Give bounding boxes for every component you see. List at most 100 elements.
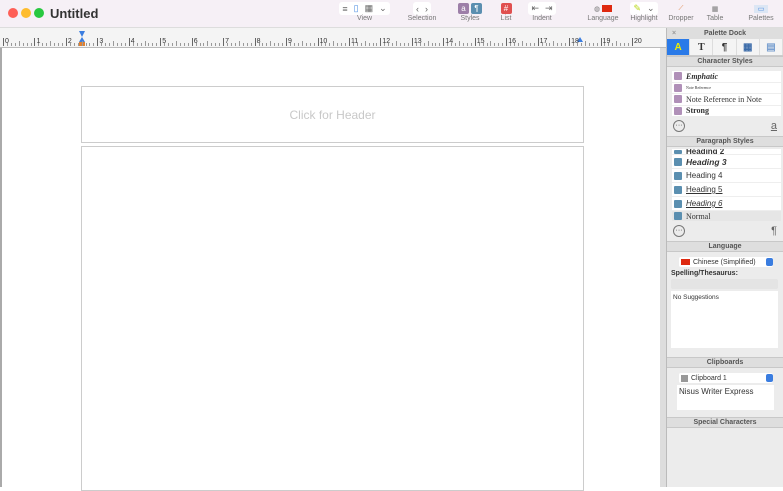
list-button[interactable]: # List xyxy=(494,2,518,22)
paragraph-style-icon xyxy=(674,171,682,180)
document-body[interactable] xyxy=(81,146,584,491)
ruler-minor-tick xyxy=(293,43,295,46)
ruler-minor-tick xyxy=(459,41,461,46)
paragraph-style-icon[interactable]: ¶ xyxy=(771,225,777,237)
list-item[interactable]: Heading 3 xyxy=(672,155,781,169)
list-item[interactable]: Note Reference xyxy=(672,83,781,94)
table-tab[interactable]: ▦ xyxy=(737,39,760,55)
character-styles-list[interactable]: Emphatic Note Reference Note Reference i… xyxy=(672,71,781,116)
selection-group[interactable]: ‹ › Selection xyxy=(402,2,442,22)
ruler-minor-tick xyxy=(356,43,358,46)
chevron-left-icon[interactable]: ‹ xyxy=(416,4,419,14)
style-name: Normal xyxy=(686,211,711,221)
style-name: Note Reference in Note xyxy=(686,94,762,104)
page-view-icon[interactable]: ▯ xyxy=(354,3,359,14)
ruler[interactable]: 0 1 2 3 4 5 6 7 8 9 10 11 12 13 14 15 16 17 18 19 20 xyxy=(0,28,666,48)
ruler-minor-tick xyxy=(403,43,405,46)
clipboard-content[interactable]: Nisus Writer Express xyxy=(677,385,774,410)
paragraph-styles-list[interactable]: Heading 2 Heading 3 Heading 4 Heading 5 … xyxy=(672,149,781,221)
ruler-minor-tick xyxy=(478,43,480,46)
document-canvas[interactable]: Click for Header xyxy=(0,48,666,491)
ruler-minor-tick xyxy=(372,43,374,46)
list-item[interactable]: Normal xyxy=(672,211,781,221)
table-button[interactable]: ▦ Table xyxy=(703,2,727,23)
ruler-minor-tick xyxy=(321,43,323,46)
chevron-right-icon[interactable]: › xyxy=(425,4,428,14)
zoom-window-button[interactable] xyxy=(34,8,44,18)
ruler-minor-tick xyxy=(73,43,75,46)
ruler-minor-tick xyxy=(407,43,409,46)
spelling-input[interactable] xyxy=(671,279,778,289)
ruler-minor-tick xyxy=(289,43,291,46)
ruler-minor-tick xyxy=(109,43,111,46)
language-select[interactable]: Chinese (Simplified) xyxy=(679,257,773,267)
more-options-button[interactable]: ··· xyxy=(673,225,685,237)
more-options-button[interactable]: ··· xyxy=(673,120,685,132)
style-name: Emphatic xyxy=(686,71,719,81)
palettes-button[interactable]: ▭ Palettes xyxy=(746,2,776,22)
document-tab[interactable]: ▤ xyxy=(760,39,783,55)
font-tab[interactable]: T xyxy=(690,39,714,55)
chevron-down-icon[interactable]: ⌄ xyxy=(379,3,387,14)
outdent-icon[interactable]: ⇤ xyxy=(531,3,539,14)
header-area[interactable]: Click for Header xyxy=(81,86,584,143)
ruler-tick xyxy=(191,38,193,46)
ruler-minor-tick xyxy=(101,43,103,46)
ruler-tick xyxy=(348,38,350,46)
ruler-minor-tick xyxy=(529,43,531,46)
language-button[interactable]: ◍ Language xyxy=(585,2,621,22)
list-item[interactable]: Heading 5 xyxy=(672,183,781,197)
ruler-minor-tick xyxy=(266,43,268,46)
minimize-window-button[interactable] xyxy=(21,8,31,18)
ruler-minor-tick xyxy=(81,41,83,46)
list-item[interactable]: Emphatic xyxy=(672,71,781,83)
character-style-icon xyxy=(674,72,682,81)
character-style-icon[interactable]: a xyxy=(771,120,777,132)
ruler-minor-tick xyxy=(30,43,32,46)
ruler-tick xyxy=(443,38,445,46)
indent-group[interactable]: ⇤ ⇥ Indent xyxy=(520,2,564,22)
styles-button[interactable]: a ¶ Styles xyxy=(452,2,488,22)
select-arrows-icon xyxy=(766,258,773,266)
list-item[interactable]: Heading 6 xyxy=(672,197,781,211)
ruler-minor-tick xyxy=(388,43,390,46)
ruler-minor-tick xyxy=(620,43,622,46)
ruler-minor-tick xyxy=(549,43,551,46)
ruler-minor-tick xyxy=(50,41,52,46)
ruler-minor-tick xyxy=(144,41,146,46)
ruler-tick xyxy=(254,38,256,46)
indent-icon[interactable]: ⇥ xyxy=(545,3,553,14)
list-item[interactable]: Heading 4 xyxy=(672,169,781,183)
ruler-minor-tick xyxy=(69,43,71,46)
character-style-icon xyxy=(674,106,682,115)
china-flag-icon xyxy=(602,5,613,12)
ruler-minor-tick xyxy=(608,43,610,46)
ruler-minor-tick xyxy=(93,43,95,46)
thumbnail-view-icon[interactable]: ▦ xyxy=(365,3,374,14)
ruler-minor-tick xyxy=(553,41,555,46)
ruler-minor-tick xyxy=(368,43,370,46)
ruler-tick xyxy=(65,38,67,46)
suggestions-list[interactable]: No Suggestions xyxy=(671,291,778,348)
view-group[interactable]: ≡ ▯ ▦ ⌄ View xyxy=(327,2,402,22)
clipboard-select[interactable]: Clipboard 1 xyxy=(679,373,773,383)
ruler-minor-tick xyxy=(309,43,311,46)
close-palette-icon[interactable]: × xyxy=(667,30,681,37)
chevron-down-icon[interactable]: ⌄ xyxy=(647,3,655,14)
list-item[interactable]: Note Reference in Note xyxy=(672,94,781,106)
styles-label: Styles xyxy=(460,15,480,22)
palettes-icon: ▭ xyxy=(753,4,769,13)
highlight-button[interactable]: ✎ ⌄ Highlight xyxy=(625,2,663,22)
close-window-button[interactable] xyxy=(8,8,18,18)
globe-icon: ◍ xyxy=(593,5,601,13)
first-line-indent-marker[interactable] xyxy=(79,31,85,37)
ruler-minor-tick xyxy=(514,43,516,46)
styles-tab[interactable]: A xyxy=(667,39,691,55)
ruler-minor-tick xyxy=(541,43,543,46)
paragraph-tab[interactable]: ¶ xyxy=(713,39,737,55)
dropper-button[interactable]: ⟋ Dropper xyxy=(667,2,695,23)
list-item[interactable]: Strong xyxy=(672,106,781,117)
list-view-icon[interactable]: ≡ xyxy=(342,4,347,14)
ruler-minor-tick xyxy=(494,43,496,46)
palettes-label: Palettes xyxy=(748,15,774,22)
